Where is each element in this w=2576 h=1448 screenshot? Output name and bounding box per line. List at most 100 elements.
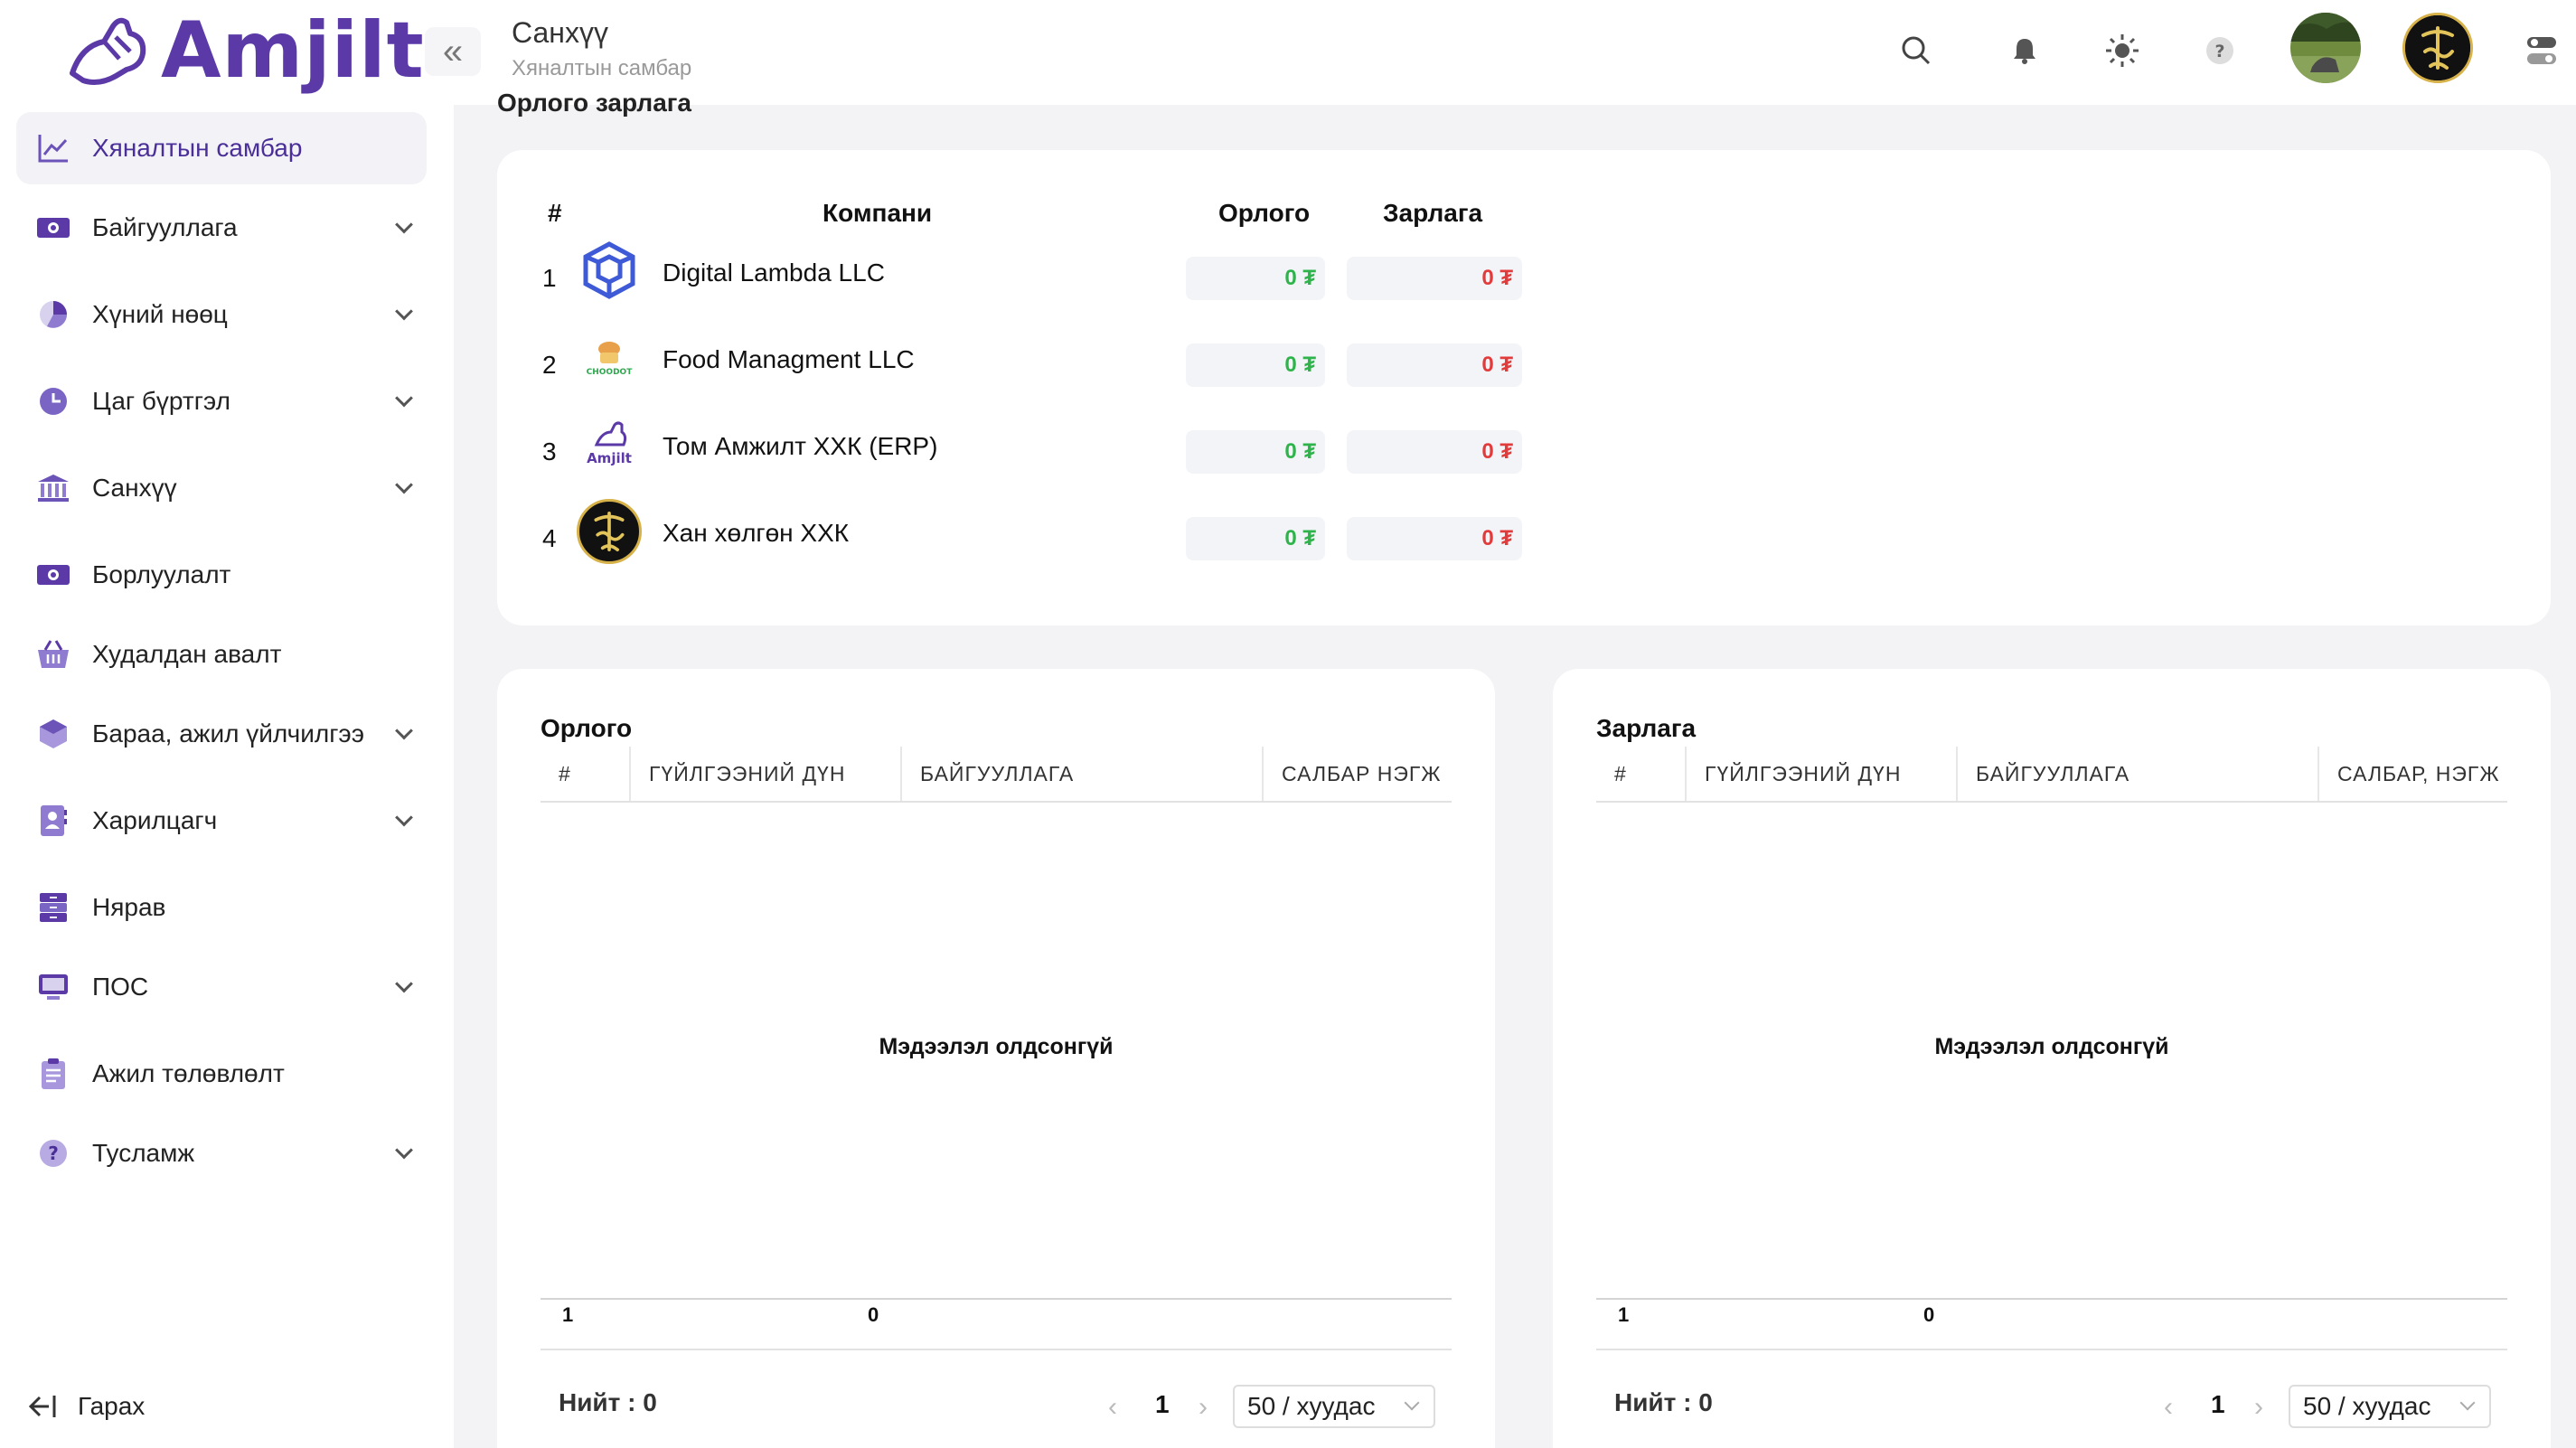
company-name[interactable]: Хан хөлгөн ХХК bbox=[663, 519, 849, 548]
avatar-photo-icon bbox=[2290, 13, 2361, 83]
sidebar-item-sales[interactable]: Борлуулалт bbox=[16, 539, 427, 611]
user-avatar[interactable] bbox=[2290, 13, 2361, 83]
total-count: Нийт : 0 bbox=[559, 1388, 657, 1416]
column-divider bbox=[900, 747, 902, 801]
digital-lambda-logo-icon bbox=[577, 239, 642, 304]
drawer-icon bbox=[36, 890, 71, 925]
sidebar-item-planning[interactable]: Ажил төлөвлөлт bbox=[16, 1038, 427, 1110]
page-size-select[interactable]: 50 / хуудас bbox=[2289, 1385, 2491, 1428]
sidebar-item-hr[interactable]: Хүний нөөц bbox=[16, 278, 427, 351]
sidebar-item-label: Ажил төлөвлөлт bbox=[92, 1059, 285, 1087]
sidebar-item-dashboard[interactable]: Хяналтын самбар bbox=[16, 112, 427, 184]
summary-divider bbox=[1596, 1298, 2507, 1300]
sidebar-item-finance[interactable]: Санхүү bbox=[16, 452, 427, 524]
toggle-icon bbox=[2527, 37, 2556, 64]
chevron-down-icon bbox=[395, 302, 413, 321]
column-divider bbox=[1956, 747, 1958, 801]
search-icon bbox=[1902, 36, 1931, 65]
brand-logo[interactable]: Amjilt bbox=[63, 5, 425, 96]
empty-state-text: Мэдээлэл олдсонгүй bbox=[879, 1034, 1114, 1059]
row-number: 3 bbox=[542, 437, 557, 465]
theme-toggle-button[interactable] bbox=[2097, 25, 2148, 76]
top-header: « Санхүү Хяналтын самбар ? bbox=[425, 0, 2576, 105]
chevron-down-icon bbox=[2459, 1395, 2476, 1411]
section-heading: Орлого зарлага bbox=[497, 89, 692, 117]
question-icon: ? bbox=[2206, 37, 2233, 64]
sidebar-item-label: Хяналтын самбар bbox=[92, 134, 303, 162]
sidebar-item-label: Тусламж bbox=[92, 1139, 195, 1167]
sidebar-item-products[interactable]: Бараа, ажил үйлчилгээ bbox=[16, 698, 427, 770]
sidebar-item-timesheet[interactable]: Цаг бүртгэл bbox=[16, 365, 427, 437]
sidebar-item-label: Хүний нөөц bbox=[92, 300, 228, 328]
summary-sum: 0 bbox=[1923, 1303, 1935, 1326]
col-header-organization[interactable]: БАЙГУУЛЛАГА bbox=[1976, 747, 2129, 801]
company-name[interactable]: Том Амжилт ХХК (ERP) bbox=[663, 432, 937, 461]
search-button[interactable] bbox=[1891, 25, 1941, 76]
summary-sum: 0 bbox=[868, 1303, 879, 1326]
cash-icon bbox=[36, 558, 71, 592]
chevron-down-icon bbox=[395, 1141, 413, 1160]
chevron-down-icon bbox=[1404, 1395, 1420, 1411]
settings-toggle-button[interactable] bbox=[2516, 25, 2567, 76]
sidebar-item-label: ПОС bbox=[92, 973, 149, 1001]
sidebar-item-organization[interactable]: Байгууллага bbox=[16, 192, 427, 264]
sidebar-item-label: Бараа, ажил үйлчилгээ bbox=[92, 719, 364, 748]
page-size-select[interactable]: 50 / хуудас bbox=[1233, 1385, 1435, 1428]
prev-page-button[interactable]: ‹ bbox=[2164, 1392, 2173, 1423]
company-name[interactable]: Digital Lambda LLC bbox=[663, 259, 885, 287]
total-count: Нийт : 0 bbox=[1614, 1388, 1713, 1416]
company-summary-card: # Компани Орлого Зарлага 1 Digital Lambd… bbox=[497, 150, 2551, 625]
next-page-button[interactable]: › bbox=[2254, 1392, 2263, 1423]
current-page[interactable]: 1 bbox=[2211, 1390, 2225, 1419]
clipboard-icon bbox=[36, 1057, 71, 1091]
col-header-branch[interactable]: САЛБАР НЭГЖ bbox=[1282, 747, 1442, 801]
footer-divider bbox=[541, 1349, 1452, 1350]
sidebar-item-storekeeper[interactable]: Нярав bbox=[16, 871, 427, 944]
expense-table-title: Зарлага bbox=[1596, 714, 1697, 742]
expense-amount: 0 ₮ bbox=[1347, 343, 1522, 387]
col-header-expense: Зарлага bbox=[1383, 199, 1483, 227]
next-page-button[interactable]: › bbox=[1199, 1392, 1208, 1423]
col-header-amount[interactable]: ГҮЙЛГЭЭНИЙ ДҮН bbox=[1705, 747, 1901, 801]
expense-table-card: Зарлага # ГҮЙЛГЭЭНИЙ ДҮН БАЙГУУЛЛАГА САЛ… bbox=[1553, 669, 2551, 1448]
prev-page-button[interactable]: ‹ bbox=[1108, 1392, 1117, 1423]
pie-chart-icon bbox=[36, 297, 71, 332]
company-avatar[interactable] bbox=[2402, 13, 2473, 83]
chevron-down-icon bbox=[395, 389, 413, 408]
sidebar-item-pos[interactable]: ПОС bbox=[16, 951, 427, 1023]
chevron-down-icon bbox=[395, 475, 413, 494]
column-divider bbox=[1685, 747, 1687, 801]
sidebar-item-purchase[interactable]: Худалдан авалт bbox=[16, 618, 427, 691]
help-button[interactable]: ? bbox=[2195, 25, 2245, 76]
company-name[interactable]: Food Managment LLC bbox=[663, 345, 915, 374]
amjilt-company-logo-icon: Amjilt bbox=[577, 412, 642, 477]
col-header-branch[interactable]: САЛБАР, НЭГЖ bbox=[2337, 747, 2500, 801]
notifications-button[interactable] bbox=[1999, 25, 2050, 76]
col-header-num[interactable]: # bbox=[559, 747, 571, 801]
amjilt-logo-icon bbox=[70, 17, 146, 85]
expense-amount: 0 ₮ bbox=[1347, 517, 1522, 560]
sidebar-item-customers[interactable]: Харилцагч bbox=[16, 785, 427, 857]
sidebar-item-label: Нярав bbox=[92, 893, 166, 921]
company-logo-icon bbox=[2405, 15, 2470, 80]
income-amount: 0 ₮ bbox=[1186, 517, 1325, 560]
col-header-amount[interactable]: ГҮЙЛГЭЭНИЙ ДҮН bbox=[649, 747, 845, 801]
chevron-down-icon bbox=[395, 974, 413, 993]
sidebar-item-label: Цаг бүртгэл bbox=[92, 387, 230, 415]
chevron-down-icon bbox=[395, 808, 413, 827]
bank-icon bbox=[36, 471, 71, 505]
col-header-organization[interactable]: БАЙГУУЛЛАГА bbox=[920, 747, 1074, 801]
logout-label: Гарах bbox=[78, 1392, 146, 1420]
logout-icon bbox=[28, 1396, 56, 1417]
col-header-num[interactable]: # bbox=[1614, 747, 1627, 801]
sidebar-item-label: Санхүү bbox=[92, 474, 177, 502]
logout-button[interactable]: Гарах bbox=[27, 1392, 145, 1421]
basket-icon bbox=[36, 637, 71, 672]
collapse-sidebar-button[interactable]: « bbox=[425, 27, 481, 76]
food-managment-logo-icon: CHOODOT bbox=[577, 325, 642, 390]
khan-khulgun-logo-icon bbox=[577, 499, 642, 564]
sidebar-item-help[interactable]: ? Тусламж bbox=[16, 1117, 427, 1189]
current-page[interactable]: 1 bbox=[1155, 1390, 1170, 1419]
sidebar: Amjilt Хяналтын самбар Байгууллага Хүний… bbox=[0, 0, 454, 1448]
income-table-card: Орлого # ГҮЙЛГЭЭНИЙ ДҮН БАЙГУУЛЛАГА САЛБ… bbox=[497, 669, 1495, 1448]
